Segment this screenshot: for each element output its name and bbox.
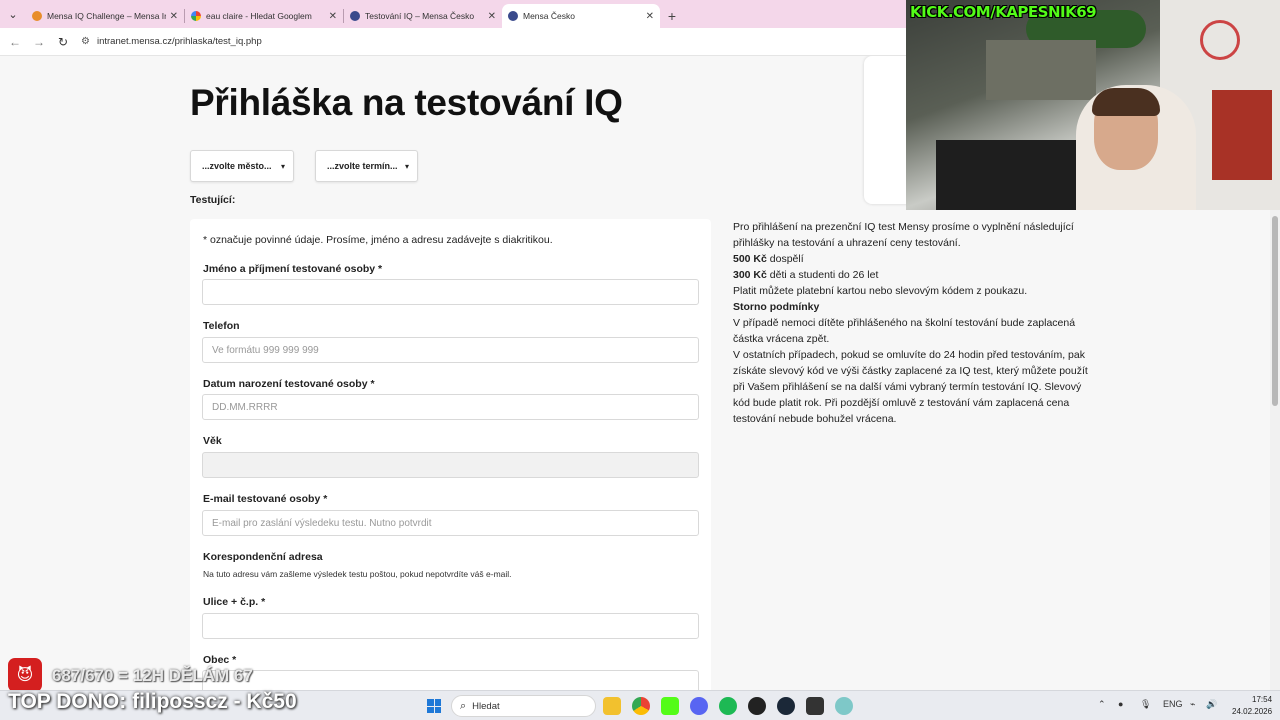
taskbar-search[interactable]: ⌕ Hledat [451, 695, 596, 717]
stream-goal-text: 687/670 = 12H DĚLÁM 67 [52, 666, 253, 685]
tab-title: Mensa IQ Challenge – Mensa In [47, 11, 166, 21]
close-tab-icon[interactable]: ✕ [646, 11, 654, 22]
cam-person-hair [1092, 88, 1160, 116]
chevron-down-icon: ▾ [404, 161, 409, 171]
clock-time: 17:54 [1252, 695, 1273, 704]
system-clock[interactable]: 17:54 24.02.2026 [1232, 694, 1272, 718]
new-tab-plus-icon[interactable]: + [660, 4, 684, 28]
email-input[interactable]: E-mail pro zaslání výsledeku testu. Nutn… [202, 510, 699, 536]
phone-input[interactable]: Ve formátu 999 999 999 [202, 337, 699, 363]
clock-date: 24.02.2026 [1232, 707, 1273, 716]
webcam-overlay: KICK.COM/KAPESNIK69 [906, 0, 1280, 210]
city-label: Obec * [203, 654, 237, 666]
discord-icon[interactable] [690, 697, 708, 715]
back-arrow-icon[interactable]: ← [3, 35, 27, 49]
price-adult: 500 Kč dospělí [733, 251, 1093, 267]
top-donation-text: TOP DONO: filiposscz - Kč50 [8, 690, 297, 713]
tab-testovani-iq[interactable]: Testování IQ – Mensa Česko ✕ [344, 4, 502, 28]
site-settings-icon[interactable]: ⚙ [81, 36, 90, 47]
tab-title: Mensa Česko [523, 11, 575, 21]
cam-shelf [986, 40, 1096, 100]
app-icon[interactable] [835, 697, 853, 715]
age-label: Věk [203, 435, 222, 447]
price-child: 300 Kč děti a studenti do 26 let [733, 267, 1093, 283]
section-label: Testující: [190, 194, 236, 206]
tab-search-chevron-icon[interactable]: ⌄ [0, 0, 26, 28]
cam-basketball-hoop [1200, 20, 1240, 60]
mensa-favicon-icon [508, 11, 518, 21]
storno-title: Storno podmínky [733, 301, 820, 313]
city-select[interactable]: ...zvolte město... ▾ [190, 150, 294, 182]
tab-title: Testování IQ – Mensa Česko [365, 11, 475, 21]
cam-poster [1212, 90, 1272, 180]
email-label: E-mail testované osoby * [203, 493, 328, 505]
close-tab-icon[interactable]: ✕ [329, 11, 337, 22]
name-label: Jméno a příjmení testované osoby * [203, 263, 383, 275]
info-intro: Pro přihlášení na prezenční IQ test Mens… [733, 221, 1074, 249]
term-select-value: ...zvolte termín... [327, 161, 398, 171]
address-label: Korespondenční adresa [203, 551, 323, 563]
street-label: Ulice + č.p. * [203, 596, 266, 608]
scrollbar-thumb[interactable] [1272, 216, 1278, 406]
page-title: Přihláška na testování IQ [190, 82, 623, 123]
age-field [202, 452, 699, 478]
info-panel: Pro přihlášení na prezenční IQ test Mens… [733, 219, 1093, 427]
url-field[interactable]: ⚙ intranet.mensa.cz/prihlaska/test_iq.ph… [81, 36, 262, 47]
file-explorer-icon[interactable] [603, 697, 621, 715]
close-tab-icon[interactable]: ✕ [488, 11, 496, 22]
reload-icon[interactable]: ↻ [51, 35, 75, 49]
price-adult-amount: 500 Kč [733, 253, 767, 265]
price-adult-text: dospělí [766, 253, 804, 265]
devil-emote-icon: 😈 [8, 658, 42, 692]
city-select-value: ...zvolte město... [202, 161, 272, 171]
app-icon[interactable] [806, 697, 824, 715]
search-icon: ⌕ [460, 699, 467, 712]
steam-icon[interactable] [777, 697, 795, 715]
price-child-amount: 300 Kč [733, 269, 767, 281]
spotify-icon[interactable] [719, 697, 737, 715]
chrome-icon[interactable] [632, 697, 650, 715]
tab-mensa-iq-challenge[interactable]: Mensa IQ Challenge – Mensa In ✕ [26, 4, 184, 28]
close-tab-icon[interactable]: ✕ [170, 11, 178, 22]
storno-text-2: V ostatních případech, pokud se omluvíte… [733, 349, 1088, 425]
mensa-iq-favicon-icon [32, 11, 42, 21]
windows-start-icon[interactable] [427, 699, 441, 713]
required-note: * označuje povinné údaje. Prosíme, jméno… [203, 234, 553, 246]
tab-google-search[interactable]: eau claire - Hledat Googlem ✕ [185, 4, 343, 28]
chevron-down-icon: ▾ [280, 161, 285, 171]
address-hint: Na tuto adresu vám zašleme výsledek test… [203, 569, 512, 579]
phone-label: Telefon [203, 320, 240, 332]
tray-chevron-up-icon[interactable]: ⌃ [1098, 699, 1106, 710]
url-text: intranet.mensa.cz/prihlaska/test_iq.php [96, 36, 262, 47]
obs-icon[interactable] [748, 697, 766, 715]
tab-title: eau claire - Hledat Googlem [206, 11, 312, 21]
kick-app-icon[interactable] [661, 697, 679, 715]
taskbar-search-placeholder: Hledat [472, 700, 500, 712]
street-input[interactable] [202, 613, 699, 639]
storno-text-1: V případě nemoci dítěte přihlášeného na … [733, 317, 1076, 345]
applicant-form: * označuje povinné údaje. Prosíme, jméno… [190, 219, 711, 690]
network-icon[interactable]: ⌁ [1190, 699, 1195, 710]
cam-desk [936, 140, 1076, 210]
microphone-icon[interactable]: 🎙 [1140, 699, 1151, 710]
dob-label: Datum narození testované osoby * [203, 378, 375, 390]
dob-input[interactable]: DD.MM.RRRR [202, 394, 699, 420]
kick-channel-label: KICK.COM/KAPESNIK69 [910, 3, 1097, 21]
term-select[interactable]: ...zvolte termín... ▾ [315, 150, 418, 182]
city-input[interactable] [202, 670, 699, 690]
mensa-favicon-icon [350, 11, 360, 21]
forward-arrow-icon[interactable]: → [27, 35, 51, 49]
tab-mensa-cesko[interactable]: Mensa Česko ✕ [502, 4, 660, 28]
tray-app-icon[interactable]: ● [1118, 699, 1123, 709]
name-input[interactable] [202, 279, 699, 305]
google-favicon-icon [191, 11, 201, 21]
volume-icon[interactable]: 🔊 [1206, 699, 1217, 710]
payment-text: Platit můžete platební kartou nebo slevo… [733, 285, 1028, 297]
price-child-text: děti a studenti do 26 let [766, 269, 879, 281]
language-indicator[interactable]: ENG [1163, 699, 1183, 709]
